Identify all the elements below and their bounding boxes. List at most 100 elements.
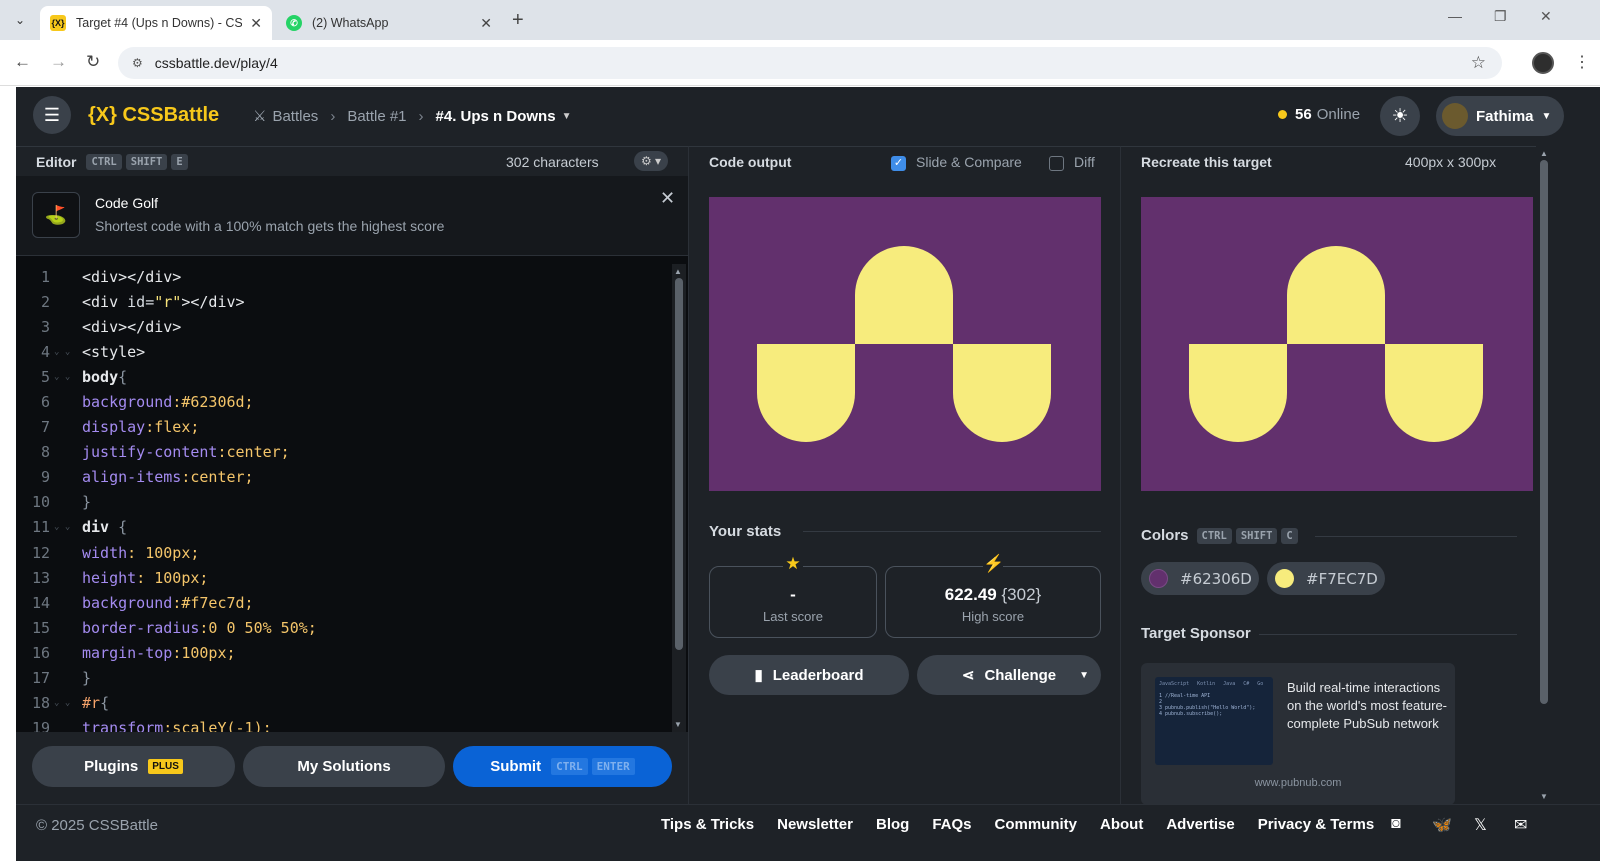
hamburger-menu-icon[interactable]: ☰ — [33, 96, 71, 134]
diff-toggle[interactable]: Diff — [1049, 154, 1095, 171]
scroll-up-icon[interactable]: ▲ — [674, 267, 682, 276]
tab-close-icon[interactable]: ✕ — [250, 15, 262, 32]
my-solutions-button[interactable]: My Solutions — [243, 746, 445, 787]
checkbox-checked-icon[interactable]: ✓ — [891, 155, 906, 171]
target-size: 400px x 300px — [1405, 154, 1497, 170]
footer-link-newsletter[interactable]: Newsletter — [777, 816, 853, 833]
tab-title: (2) WhatsApp — [312, 16, 389, 30]
theme-toggle-sun-icon[interactable]: ☀ — [1380, 96, 1420, 136]
forward-icon[interactable]: → — [50, 52, 67, 72]
divider — [1259, 634, 1517, 635]
editor-footer: Plugins PLUS My Solutions Submit CTRL EN… — [16, 732, 688, 804]
online-dot-icon — [1278, 110, 1287, 119]
chevron-right-icon: › — [418, 107, 424, 125]
scroll-down-icon[interactable]: ▼ — [1540, 792, 1548, 801]
code-output-panel: Code output ✓ Slide & Compare Diff Your s… — [688, 146, 1120, 804]
browser-menu-icon[interactable]: ⋮ — [1574, 52, 1590, 72]
code-golf-banner: ⛳ Code Golf Shortest code with a 100% ma… — [16, 176, 688, 256]
site-info-icon[interactable]: ⚙ — [132, 56, 143, 70]
tab-search-icon[interactable]: ⌄ — [8, 8, 32, 32]
sponsor-text: Build real-time interactions on the worl… — [1287, 680, 1447, 731]
scroll-up-icon[interactable]: ▲ — [1540, 149, 1548, 158]
top-nav: ☰ {X} CSSBattle ⚔ Battles › Battle #1 › … — [16, 87, 1600, 146]
shortcut-key: SHIFT — [125, 153, 168, 170]
browser-tab-bar: ⌄ {X} Target #4 (Ups n Downs) - CSSB ✕ ✆… — [0, 0, 1600, 40]
code-editor[interactable]: 1 <div></div> 2 <div id= "r" ></div> 3 <div><… — [16, 264, 672, 732]
high-score-card: 622.49 {302} High score — [885, 566, 1101, 638]
reload-icon[interactable]: ↻ — [86, 52, 100, 72]
footer-link-tips[interactable]: Tips & Tricks — [661, 816, 754, 833]
challenge-button[interactable]: ⋖ Challenge ▼ — [917, 655, 1101, 695]
plugins-label: Plugins — [84, 758, 139, 775]
editor-settings-gear-icon[interactable]: ⚙ ▾ — [634, 151, 668, 171]
middle-up-arch — [855, 246, 953, 344]
code-line: 16 margin-top:100px; — [31, 643, 236, 662]
target-header: Recreate this target 400px x 300px — [1121, 147, 1536, 177]
sponsor-title: Target Sponsor — [1141, 625, 1251, 642]
profile-avatar-icon[interactable] — [1532, 52, 1554, 74]
discord-icon[interactable]: ◙ — [1391, 815, 1401, 833]
cssbattle-page: ☰ {X} CSSBattle ⚔ Battles › Battle #1 › … — [16, 87, 1600, 861]
email-icon[interactable]: ✉ — [1514, 815, 1527, 835]
whatsapp-favicon-icon: ✆ — [286, 15, 302, 31]
lightning-icon: ⚡ — [983, 554, 1005, 574]
page-scrollbar[interactable]: ▲ ▼ — [1536, 146, 1552, 804]
bluesky-icon[interactable]: 🦋 — [1432, 815, 1452, 835]
user-name: Fathima — [1476, 107, 1534, 125]
minimize-icon[interactable]: — — [1448, 8, 1462, 24]
high-score-label: High score — [961, 609, 1025, 624]
back-icon[interactable]: ← — [14, 52, 31, 72]
right-down-arch — [1385, 344, 1483, 442]
footer-link-advertise[interactable]: Advertise — [1166, 816, 1234, 833]
scrollbar-thumb[interactable] — [1540, 160, 1548, 704]
bookmark-star-icon[interactable]: ☆ — [1471, 53, 1486, 73]
browser-tab-whatsapp[interactable]: ✆ (2) WhatsApp ✕ — [276, 6, 502, 40]
checkbox-icon[interactable] — [1049, 155, 1064, 171]
scrollbar-thumb[interactable] — [675, 278, 683, 650]
editor-scrollbar[interactable]: ▲ ▼ — [672, 264, 686, 732]
sponsor-card[interactable]: JavaScript Kotlin Java C# Go 1 //Real-time A… — [1141, 663, 1455, 805]
cssbattle-logo[interactable]: {X} CSSBattle — [88, 104, 219, 127]
chevron-down-icon[interactable]: ▼ — [1079, 670, 1089, 681]
code-line: 10} — [31, 493, 92, 512]
footer-link-faqs[interactable]: FAQs — [932, 816, 971, 833]
restore-icon[interactable]: ❐ — [1494, 8, 1507, 25]
close-banner-icon[interactable]: ✕ — [660, 188, 675, 209]
online-label: Online — [1316, 106, 1361, 123]
chevron-down-icon[interactable]: ▼ — [562, 111, 572, 122]
breadcrumb-current-target[interactable]: #4. Ups n Downs — [436, 108, 556, 125]
sponsor-url[interactable]: www.pubnub.com — [1141, 777, 1455, 789]
color-swatch-yellow[interactable]: #F7EC7D — [1267, 562, 1385, 595]
scroll-down-icon[interactable]: ▼ — [674, 720, 682, 729]
code-output-canvas[interactable] — [709, 197, 1101, 491]
color-swatch-purple[interactable]: #62306D — [1141, 562, 1259, 595]
leaderboard-button[interactable]: ▮ Leaderboard — [709, 655, 909, 695]
right-down-arch — [953, 344, 1051, 442]
breadcrumb-battles[interactable]: Battles — [272, 108, 318, 125]
browser-tab-cssbattle[interactable]: {X} Target #4 (Ups n Downs) - CSSB ✕ — [40, 6, 272, 40]
output-header: Code output ✓ Slide & Compare Diff — [689, 147, 1120, 177]
code-line: 7 display:flex; — [40, 418, 200, 437]
new-tab-button[interactable]: + — [512, 9, 524, 32]
slide-compare-toggle[interactable]: ✓ Slide & Compare — [891, 154, 1022, 171]
breadcrumb-battle-1[interactable]: Battle #1 — [347, 108, 406, 125]
url-input[interactable]: ⚙ cssbattle.dev/play/4 ☆ — [118, 47, 1502, 79]
footer-link-privacy[interactable]: Privacy & Terms — [1258, 816, 1374, 833]
page-footer: © 2025 CSSBattle Tips & Tricks Newslette… — [16, 804, 1600, 844]
footer-link-blog[interactable]: Blog — [876, 816, 909, 833]
address-bar-area: ← → ↻ ⚙ cssbattle.dev/play/4 ☆ ⋮ — [0, 40, 1600, 86]
close-window-icon[interactable]: ✕ — [1540, 8, 1552, 25]
high-score-value: 622.49 {302} — [944, 585, 1042, 604]
user-menu-button[interactable]: Fathima ▼ — [1436, 96, 1564, 136]
plugins-button[interactable]: Plugins PLUS — [32, 746, 235, 787]
character-count: 302 characters — [506, 154, 599, 170]
target-title: Recreate this target — [1141, 154, 1272, 170]
footer-link-community[interactable]: Community — [995, 816, 1078, 833]
x-twitter-icon[interactable]: 𝕏 — [1474, 815, 1487, 835]
url-text: cssbattle.dev/play/4 — [154, 55, 278, 71]
footer-link-about[interactable]: About — [1100, 816, 1143, 833]
star-icon: ★ — [783, 554, 803, 574]
tab-close-icon[interactable]: ✕ — [480, 15, 492, 32]
submit-button[interactable]: Submit CTRL ENTER — [453, 746, 672, 787]
editor-title: Editor — [36, 153, 77, 170]
